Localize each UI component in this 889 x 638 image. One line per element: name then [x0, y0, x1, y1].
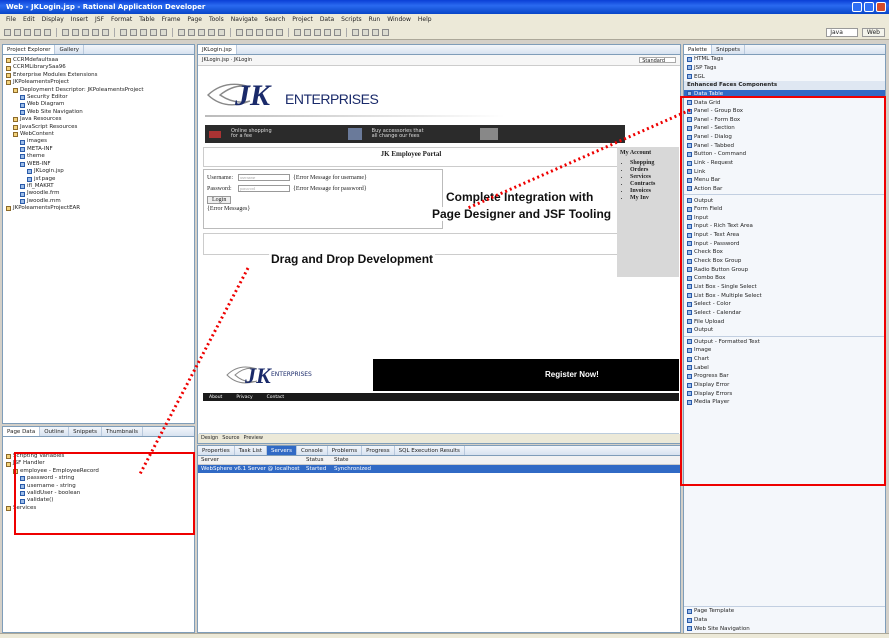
- arrow-pagedata-to-page: [138, 267, 250, 475]
- annotation-arrows: [138, 108, 691, 475]
- arrow-palette-to-page: [467, 108, 691, 210]
- status-bar: [0, 633, 889, 638]
